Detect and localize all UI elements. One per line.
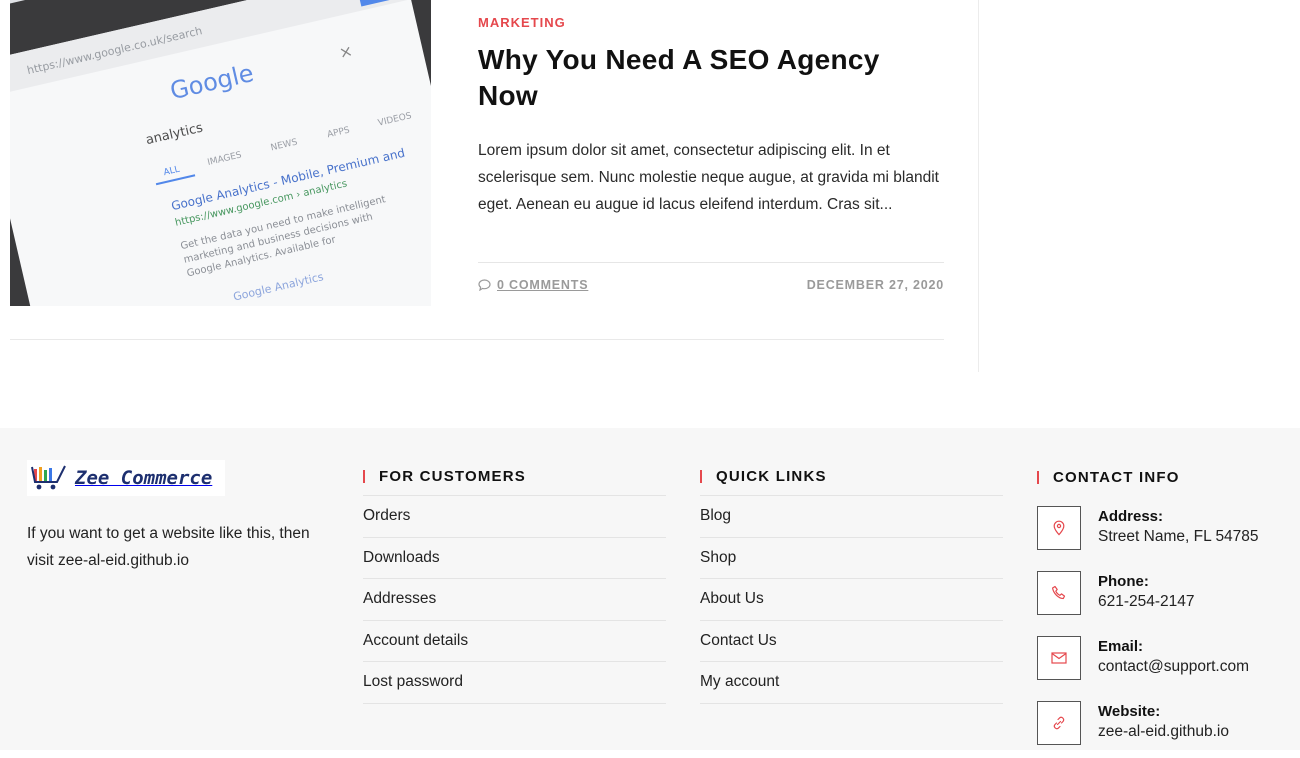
contact-email-text: Email: contact@support.com — [1098, 637, 1249, 677]
contact-label: Email: — [1098, 638, 1144, 655]
contact-address: Address: Street Name, FL 54785 — [1037, 506, 1287, 571]
post-excerpt: Lorem ipsum dolor sit amet, consectetur … — [478, 142, 939, 213]
customers-heading-text: FOR CUSTOMERS — [379, 468, 526, 485]
customers-links: Orders Downloads Addresses Account detai… — [363, 496, 666, 704]
post-date: DECEMBER 27, 2020 — [806, 278, 944, 292]
contact-value[interactable]: contact@support.com — [1098, 657, 1249, 677]
link-icon — [1037, 701, 1081, 745]
post-thumbnail[interactable]: https://www.google.co.uk/search Google ×… — [10, 0, 431, 306]
list-item: Blog — [700, 496, 1003, 538]
link-lost-password[interactable]: Lost password — [363, 673, 463, 691]
contact-value[interactable]: 621-254-2147 — [1098, 592, 1195, 612]
list-item: My account — [700, 662, 1003, 704]
comment-icon — [478, 279, 491, 291]
link-account-details[interactable]: Account details — [363, 632, 468, 650]
heading-accent-bar — [363, 470, 365, 483]
list-item: Addresses — [363, 579, 666, 621]
contact-label: Website: — [1098, 703, 1161, 720]
blog-post-card: https://www.google.co.uk/search Google ×… — [10, 0, 944, 340]
footer-brand: Zee Commerce If you want to get a websit… — [27, 460, 310, 569]
heading-accent-bar — [1037, 470, 1039, 484]
list-item: Orders — [363, 496, 666, 538]
link-addresses[interactable]: Addresses — [363, 590, 436, 608]
footer-contact-column: CONTACT INFO Address: Street Name, FL 54… — [1037, 458, 1287, 758]
contact-website-text: Website: zee-al-eid.github.io — [1098, 702, 1229, 742]
customers-heading: FOR CUSTOMERS — [363, 458, 666, 496]
comments-count: 0 COMMENTS — [497, 278, 589, 292]
list-item: Downloads — [363, 538, 666, 579]
list-item: Shop — [700, 538, 1003, 579]
quick-links-heading-text: QUICK LINKS — [716, 468, 827, 485]
post-meta: 0 COMMENTS DECEMBER 27, 2020 — [478, 262, 944, 300]
link-contact-us[interactable]: Contact Us — [700, 632, 777, 650]
link-orders[interactable]: Orders — [363, 507, 410, 525]
link-my-account[interactable]: My account — [700, 673, 779, 691]
contact-heading: CONTACT INFO — [1037, 458, 1287, 496]
post-category-link[interactable]: MARKETING — [478, 15, 566, 30]
quick-links-heading: QUICK LINKS — [700, 458, 1003, 496]
contact-value[interactable]: zee-al-eid.github.io — [1098, 722, 1229, 742]
site-logo[interactable]: Zee Commerce — [27, 460, 225, 496]
contact-address-text: Address: Street Name, FL 54785 — [1098, 507, 1259, 547]
quick-links-list: Blog Shop About Us Contact Us My account — [700, 496, 1003, 704]
post-title[interactable]: Why You Need A SEO Agency Now — [478, 42, 938, 114]
logo-text: Zee Commerce — [75, 467, 213, 489]
sidebar-divider — [978, 0, 979, 372]
contact-website: Website: zee-al-eid.github.io — [1037, 701, 1287, 758]
site-footer: Zee Commerce If you want to get a websit… — [0, 428, 1300, 750]
link-about-us[interactable]: About Us — [700, 590, 764, 608]
link-blog[interactable]: Blog — [700, 507, 731, 525]
footer-customers-column: FOR CUSTOMERS Orders Downloads Addresses… — [363, 458, 666, 704]
contact-label: Phone: — [1098, 573, 1149, 590]
cart-logo-icon — [31, 465, 66, 490]
contact-label: Address: — [1098, 508, 1164, 525]
contact-value: Street Name, FL 54785 — [1098, 528, 1259, 545]
heading-accent-bar — [700, 470, 702, 483]
contact-phone: Phone: 621-254-2147 — [1037, 571, 1287, 636]
link-downloads[interactable]: Downloads — [363, 549, 440, 567]
list-item: Account details — [363, 621, 666, 662]
phone-icon — [1037, 571, 1081, 615]
list-item: About Us — [700, 579, 1003, 621]
list-item: Contact Us — [700, 621, 1003, 662]
location-pin-icon — [1037, 506, 1081, 550]
footer-description: If you want to get a website like this, … — [27, 525, 310, 569]
envelope-icon — [1037, 636, 1081, 680]
contact-heading-text: CONTACT INFO — [1053, 468, 1180, 486]
link-shop[interactable]: Shop — [700, 549, 736, 567]
contact-list: Address: Street Name, FL 54785 Phone: 62… — [1037, 506, 1287, 758]
comments-link[interactable]: 0 COMMENTS — [478, 278, 588, 292]
contact-phone-text: Phone: 621-254-2147 — [1098, 572, 1195, 612]
contact-email: Email: contact@support.com — [1037, 636, 1287, 701]
footer-quick-links-column: QUICK LINKS Blog Shop About Us Contact U… — [700, 458, 1003, 704]
phone-photo: https://www.google.co.uk/search Google ×… — [10, 0, 431, 306]
list-item: Lost password — [363, 662, 666, 704]
